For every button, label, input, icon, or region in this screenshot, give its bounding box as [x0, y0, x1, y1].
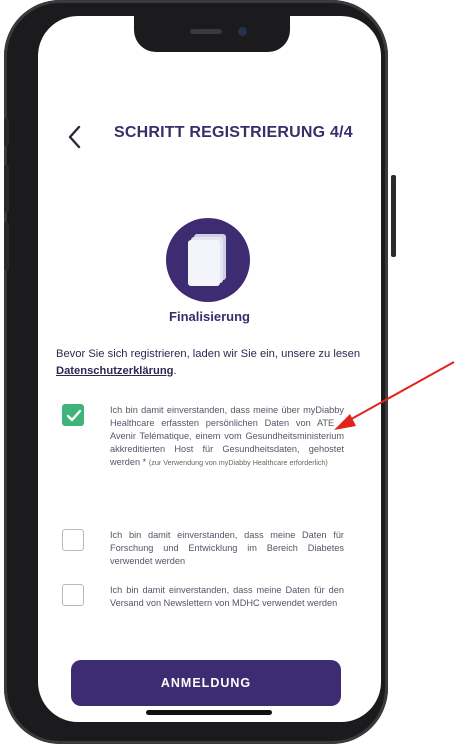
front-camera [238, 27, 247, 36]
privacy-policy-link[interactable]: Datenschutzerklärung [56, 365, 174, 377]
chevron-left-icon [68, 125, 81, 149]
consent-hosting-label: Ich bin damit einverstanden, dass meine … [110, 404, 344, 469]
page-title: SCHRITT REGISTRIERUNG 4/4 [114, 124, 353, 141]
consent-newsletter-label: Ich bin damit einverstanden, dass meine … [110, 585, 344, 608]
volume-up-button [4, 165, 9, 213]
notch [134, 16, 290, 52]
document-stack-icon [188, 234, 226, 286]
consent-hosting-note: (zur Verwendung von myDiabby Healthcare … [148, 458, 328, 467]
consent-research-label: Ich bin damit einverstanden, dass meine … [110, 530, 344, 566]
register-button[interactable]: ANMELDUNG [71, 660, 341, 706]
home-indicator [146, 710, 272, 715]
checkmark-icon [66, 409, 82, 422]
red-arrow-icon [334, 361, 455, 430]
consent-hosting-checkbox[interactable] [62, 404, 84, 426]
consent-newsletter-checkbox[interactable] [62, 584, 84, 606]
speaker [190, 29, 222, 34]
back-button[interactable] [62, 122, 90, 152]
header: SCHRITT REGISTRIERUNG 4/4 [38, 116, 381, 156]
intro-text: Bevor Sie sich registrieren, laden wir S… [56, 348, 361, 360]
section-title: Finalisierung [169, 309, 250, 324]
mute-switch [4, 118, 9, 146]
privacy-intro: Bevor Sie sich registrieren, laden wir S… [56, 346, 366, 380]
power-button [391, 175, 396, 257]
intro-text-end: . [173, 365, 177, 377]
document-badge [166, 218, 250, 302]
consent-research-checkbox[interactable] [62, 529, 84, 551]
volume-down-button [4, 222, 9, 270]
